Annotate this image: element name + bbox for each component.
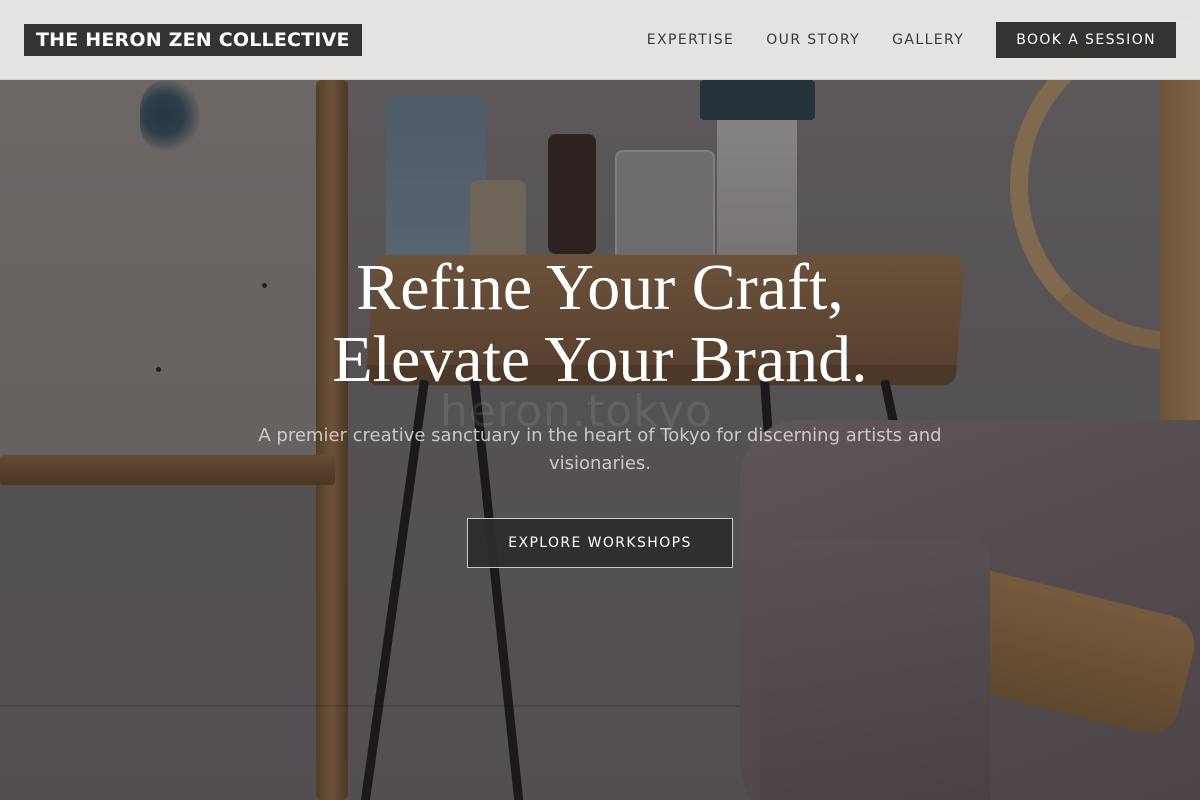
hero-title-line: Elevate Your Brand.	[332, 323, 868, 396]
main-nav: EXPERTISE OUR STORY GALLERY BOOK A SESSI…	[615, 21, 1176, 58]
hero-title: Refine Your Craft, Elevate Your Brand.	[0, 252, 1200, 396]
hero-title-line: Refine Your Craft,	[356, 251, 844, 324]
nav-link-our-story[interactable]: OUR STORY	[766, 32, 860, 48]
hero-subtitle: A premier creative sanctuary in the hear…	[258, 425, 942, 474]
nav-link-gallery[interactable]: GALLERY	[892, 32, 964, 48]
site-header: THE HERON ZEN COLLECTIVE EXPERTISE OUR S…	[0, 0, 1200, 80]
nav-link-expertise[interactable]: EXPERTISE	[647, 32, 734, 48]
brand-logo[interactable]: THE HERON ZEN COLLECTIVE	[24, 23, 362, 56]
book-session-button[interactable]: BOOK A SESSION	[996, 21, 1176, 58]
explore-workshops-button[interactable]: EXPLORE WORKSHOPS	[467, 518, 733, 568]
hero-section: Refine Your Craft, Elevate Your Brand. A…	[0, 252, 1200, 568]
